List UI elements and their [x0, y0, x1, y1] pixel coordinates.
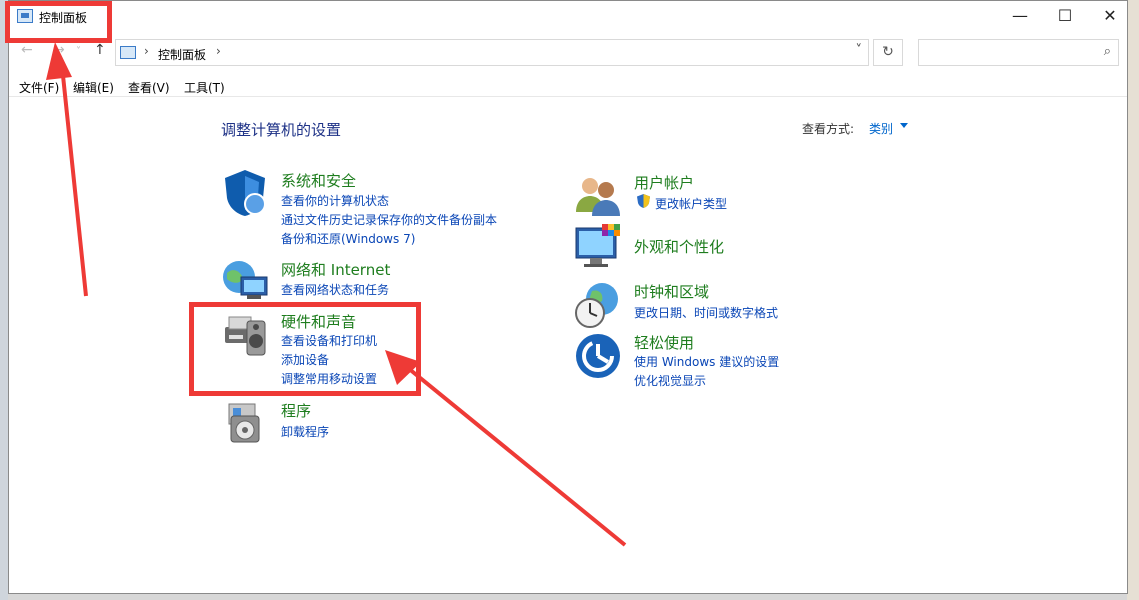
menu-tools[interactable]: 工具(T): [184, 79, 225, 96]
back-arrow-icon[interactable]: ←: [21, 42, 33, 58]
address-dropdown-icon[interactable]: ˅: [856, 43, 863, 58]
globe-network-icon[interactable]: [221, 257, 269, 305]
category-title[interactable]: 时钟和区域: [634, 281, 709, 302]
shield-icon[interactable]: [221, 168, 269, 216]
title-bar: 控制面板 — ☐ ✕: [9, 1, 1127, 33]
main-content: 调整计算机的设置 查看方式: 类别 系统和安全 查看你的计算机状态 通过文件历史…: [9, 98, 1127, 593]
up-arrow-icon[interactable]: ↑: [94, 42, 106, 58]
search-input[interactable]: ⌕: [918, 39, 1119, 66]
search-icon[interactable]: ⌕: [1104, 44, 1111, 59]
category-title[interactable]: 硬件和声音: [281, 311, 356, 332]
category-link[interactable]: 查看设备和打印机: [281, 332, 377, 349]
category-title[interactable]: 外观和个性化: [634, 236, 724, 257]
category-link[interactable]: 优化视觉显示: [634, 372, 706, 389]
ease-of-access-icon[interactable]: [574, 332, 622, 380]
minimize-button[interactable]: —: [997, 1, 1043, 33]
recent-locations-icon[interactable]: ˅: [76, 46, 81, 57]
background-left: [0, 0, 8, 600]
breadcrumb-separator-icon[interactable]: ›: [216, 44, 221, 58]
category-link[interactable]: 调整常用移动设置: [281, 370, 377, 387]
category-link[interactable]: 查看你的计算机状态: [281, 192, 389, 209]
clock-globe-icon[interactable]: [574, 281, 622, 329]
category-title[interactable]: 轻松使用: [634, 332, 694, 353]
navigation-bar: ← → ˅ ↑ › 控制面板 › ˅ ↻ ⌕: [9, 37, 1127, 69]
close-button[interactable]: ✕: [1087, 1, 1127, 33]
refresh-button[interactable]: ↻: [873, 39, 903, 66]
page-title: 调整计算机的设置: [221, 121, 342, 139]
address-bar[interactable]: › 控制面板 › ˅: [115, 39, 869, 66]
printer-speaker-icon[interactable]: [221, 309, 269, 357]
breadcrumb-separator-icon[interactable]: ›: [144, 44, 149, 58]
uac-shield-icon: [637, 194, 650, 208]
view-by-label: 查看方式:: [802, 122, 855, 136]
category-link[interactable]: 通过文件历史记录保存你的文件备份副本: [281, 211, 497, 228]
menu-bar: 文件(F) 编辑(E) 查看(V) 工具(T): [9, 77, 1127, 97]
control-panel-icon: [17, 9, 33, 23]
maximize-button[interactable]: ☐: [1042, 1, 1088, 33]
category-link[interactable]: 查看网络状态和任务: [281, 281, 389, 298]
menu-edit[interactable]: 编辑(E): [73, 79, 114, 96]
category-link[interactable]: 卸载程序: [281, 423, 329, 440]
window-title: 控制面板: [39, 11, 88, 25]
forward-arrow-icon[interactable]: →: [53, 42, 65, 58]
category-title[interactable]: 程序: [281, 400, 311, 421]
programs-icon[interactable]: [221, 398, 269, 446]
category-link[interactable]: 添加设备: [281, 351, 329, 368]
control-panel-icon: [120, 46, 136, 59]
display-icon[interactable]: [574, 222, 622, 270]
background-right: [1127, 0, 1139, 600]
control-panel-window: 控制面板 — ☐ ✕ ← → ˅ ↑ › 控制面板 › ˅ ↻ ⌕ 文件(F) …: [8, 0, 1128, 594]
category-link[interactable]: 更改帐户类型: [655, 195, 727, 212]
category-title[interactable]: 系统和安全: [281, 170, 356, 191]
users-icon[interactable]: [574, 172, 622, 220]
dropdown-arrow-icon[interactable]: [900, 123, 908, 128]
view-by-dropdown[interactable]: 类别: [869, 120, 893, 137]
category-link[interactable]: 使用 Windows 建议的设置: [634, 353, 779, 370]
category-link[interactable]: 更改日期、时间或数字格式: [634, 304, 778, 321]
menu-view[interactable]: 查看(V): [128, 79, 170, 96]
category-link[interactable]: 备份和还原(Windows 7): [281, 230, 415, 247]
menu-file[interactable]: 文件(F): [19, 79, 59, 96]
breadcrumb-control-panel[interactable]: 控制面板: [158, 46, 206, 63]
category-title[interactable]: 用户帐户: [634, 172, 694, 193]
category-title[interactable]: 网络和 Internet: [281, 259, 390, 280]
